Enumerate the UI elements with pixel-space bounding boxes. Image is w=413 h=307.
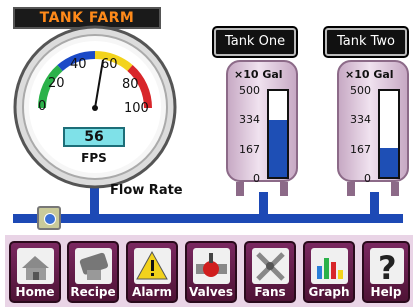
tank-two-tick-167: 167 [350,143,371,156]
flow-unit-label: FPS [81,151,107,165]
tank-two[interactable]: ×10 Gal 500 334 167 0 [337,60,409,196]
gauge-label-0: 0 [38,99,46,114]
tank-one-level-fill [269,120,287,177]
help-label: Help [370,285,402,299]
tank-one-tick-167: 167 [239,143,260,156]
gauge-label-20: 20 [48,76,65,91]
tank-two-level-gauge [378,89,400,179]
flow-value-display: 56 [63,127,125,147]
fans-button[interactable]: Fans [244,241,296,303]
valves-label: Valves [189,285,233,299]
help-button[interactable]: ? Help [362,241,410,303]
tank-farm-screen: TANK FARM Tank One Tank Two 0 20 40 60 8… [0,0,413,307]
tank-one-button[interactable]: Tank One [214,28,296,56]
tank-two-tick-500: 500 [350,84,371,97]
help-icon: ? [370,248,404,287]
home-label: Home [15,285,55,299]
tank-one-unit: ×10 Gal [234,68,283,81]
svg-text:?: ? [378,249,397,284]
valve-icon [193,248,230,284]
tank-one-tick-500: 500 [239,84,260,97]
fans-label: Fans [254,285,286,299]
graph-label: Graph [308,285,350,299]
tank-two-button[interactable]: Tank Two [325,28,407,56]
graph-icon [311,248,348,284]
alarm-button[interactable]: Alarm [126,241,178,303]
tank-one-pipe [259,192,268,217]
tank-two-pipe [370,192,379,217]
main-pipe [13,214,403,223]
flow-gauge: 0 20 40 60 80 100 [13,25,177,189]
tank-two-level-fill [380,147,398,177]
tank-one-tick-334: 334 [239,113,260,126]
fan-icon [252,248,289,284]
tank-two-tick-0: 0 [364,172,371,185]
gauge-label-40: 40 [70,57,87,72]
tank-one-tick-0: 0 [253,172,260,185]
alarm-icon [134,248,171,284]
flow-rate-label: Flow Rate [110,183,183,198]
graph-button[interactable]: Graph [303,241,355,303]
tank-one-body: ×10 Gal 500 334 167 0 [226,60,298,185]
tank-two-unit: ×10 Gal [345,68,394,81]
valves-button[interactable]: Valves [185,241,237,303]
recipe-label: Recipe [70,285,116,299]
recipe-icon [75,248,112,284]
tank-one[interactable]: ×10 Gal 500 334 167 0 [226,60,298,196]
valve-indicator-icon [44,213,56,225]
tank-two-body: ×10 Gal 500 334 167 0 [337,60,409,185]
tank-two-tick-334: 334 [350,113,371,126]
tank-one-level-gauge [267,89,289,179]
inline-valve[interactable] [37,206,61,230]
home-icon [17,248,54,284]
gauge-label-100: 100 [124,101,149,116]
home-button[interactable]: Home [9,241,61,303]
gauge-label-60: 60 [101,57,118,72]
recipe-button[interactable]: Recipe [67,241,119,303]
gauge-label-80: 80 [122,77,139,92]
alarm-label: Alarm [132,285,172,299]
